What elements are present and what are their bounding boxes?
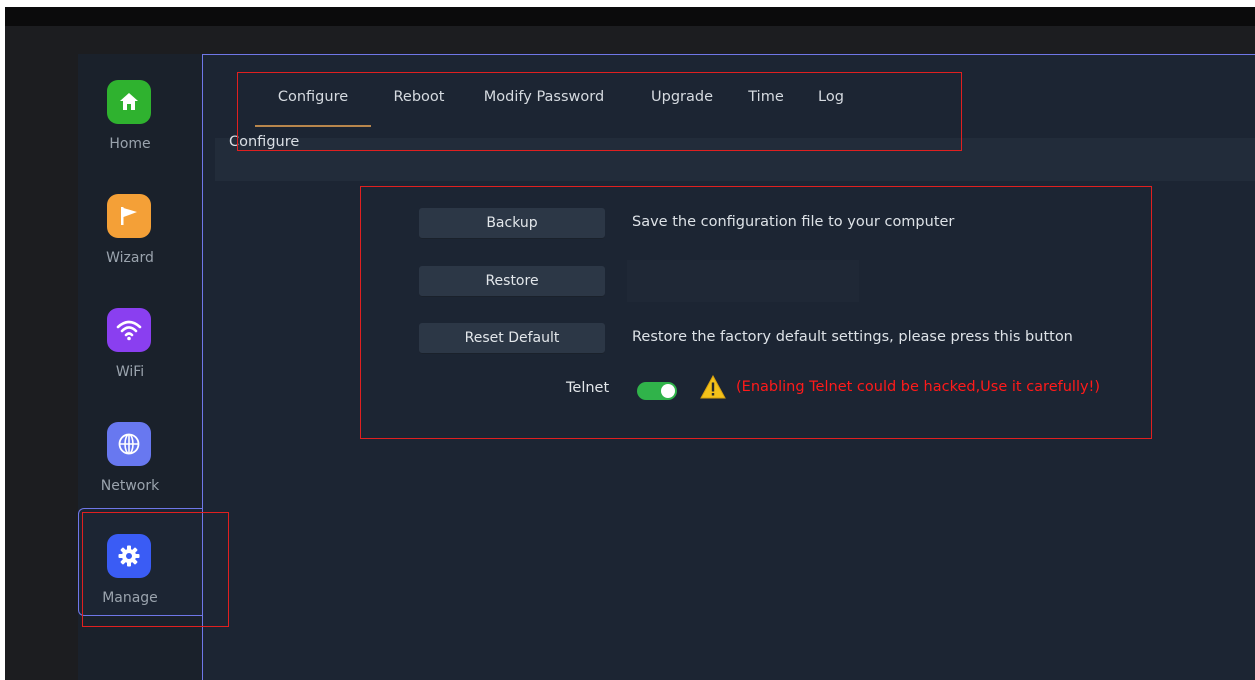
home-icon: [107, 80, 151, 124]
tab-modify-password[interactable]: Modify Password: [469, 85, 619, 125]
backup-button[interactable]: Backup: [419, 208, 605, 239]
reset-default-button[interactable]: Reset Default: [419, 323, 605, 354]
wifi-icon: [107, 308, 151, 352]
telnet-warning: (Enabling Telnet could be hacked,Use it …: [736, 379, 1101, 395]
backup-description: Save the configuration file to your comp…: [632, 214, 955, 230]
toggle-knob: [661, 384, 675, 398]
sidebar-item-label: WiFi: [115, 364, 145, 380]
warning-icon: [700, 374, 726, 403]
section-header: Configure: [215, 134, 1255, 181]
main-panel: Configure Reboot Modify Password Upgrade…: [203, 55, 1255, 680]
tab-upgrade[interactable]: Upgrade: [643, 85, 721, 125]
sidebar-item-label: Home: [109, 136, 151, 152]
globe-icon: [107, 422, 151, 466]
sidebar-item-home[interactable]: Home: [78, 54, 202, 162]
section-title: Configure: [229, 134, 300, 150]
restore-button[interactable]: Restore: [419, 266, 605, 297]
sidebar-item-label: Network: [100, 478, 160, 494]
tab-reboot[interactable]: Reboot: [389, 85, 449, 125]
tab-configure[interactable]: Configure: [255, 85, 371, 127]
sidebar-item-wifi[interactable]: WiFi: [78, 282, 202, 390]
tab-log[interactable]: Log: [811, 85, 851, 125]
gear-icon: [107, 534, 151, 578]
sidebar-item-network[interactable]: Network: [78, 396, 202, 504]
restore-file-field[interactable]: [627, 260, 859, 302]
tab-time[interactable]: Time: [741, 85, 791, 125]
sidebar-item-manage[interactable]: Manage: [78, 508, 203, 616]
router-admin-window: Home Wizard WiFi Network Manage Configur…: [5, 7, 1255, 680]
telnet-toggle[interactable]: [637, 382, 677, 400]
reset-description: Restore the factory default settings, pl…: [632, 329, 1073, 345]
sidebar-item-label: Wizard: [106, 250, 154, 266]
flag-icon: [107, 194, 151, 238]
sidebar-item-wizard[interactable]: Wizard: [78, 168, 202, 276]
sidebar: Home Wizard WiFi Network Manage: [78, 54, 203, 680]
telnet-label: Telnet: [566, 380, 610, 396]
window-top-bar: [5, 7, 1255, 26]
sidebar-item-label: Manage: [102, 590, 158, 606]
